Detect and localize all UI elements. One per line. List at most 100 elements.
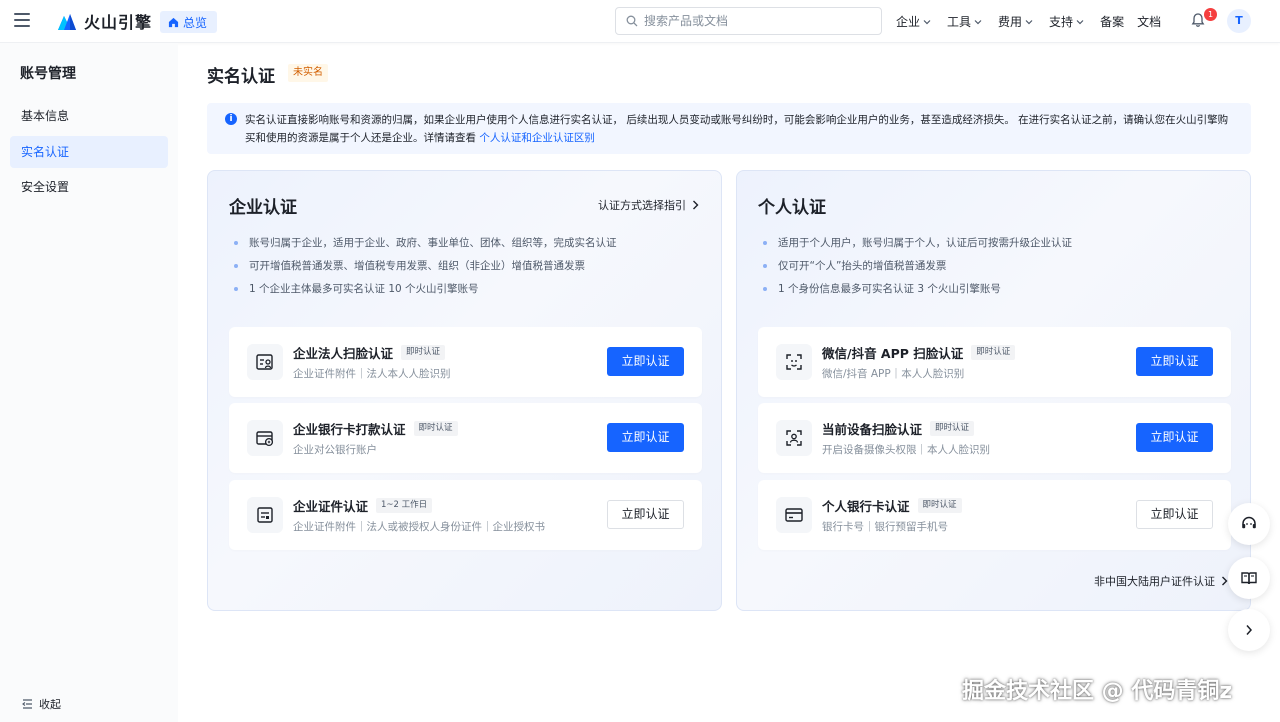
enterprise-bullets: 账号归属于企业，适用于企业、政府、事业单位、团体、组织等，完成实名认证 可开增值… bbox=[234, 234, 617, 303]
overview-button[interactable]: 总览 bbox=[160, 11, 218, 33]
method-tag: 即时认证 bbox=[930, 421, 975, 436]
avatar[interactable]: T bbox=[1227, 9, 1251, 33]
bank-card-icon bbox=[776, 497, 812, 533]
method-tag: 即时认证 bbox=[401, 345, 446, 360]
method-description: 企业证件附件｜法人本人人脸识别 bbox=[293, 368, 451, 380]
method-title-text: 企业证件认证 bbox=[293, 499, 369, 514]
method-description: 企业证件附件｜法人或被授权人身份证件｜企业授权书 bbox=[293, 521, 545, 533]
nav-label: 支持 bbox=[1049, 15, 1074, 29]
top-nav: 企业 工具 费用 支持 备案 文档 bbox=[896, 0, 1174, 43]
nav-docs[interactable]: 文档 bbox=[1137, 13, 1161, 30]
collapse-icon bbox=[22, 699, 32, 709]
method-title: 微信/抖音 APP 扫脸认证 即时认证 bbox=[822, 343, 1016, 362]
method-description: 银行卡号｜银行预留手机号 bbox=[822, 521, 948, 533]
method-title-text: 企业法人扫脸认证 bbox=[293, 346, 394, 361]
notice-text: 实名认证直接影响账号和资源的归属，如果企业用户使用个人信息进行实名认证， 后续出… bbox=[245, 114, 1229, 144]
personal-bullets: 适用于个人用户，账号归属于个人，认证后可按需升级企业认证 仅可开“个人”抬头的增… bbox=[763, 234, 1072, 303]
verify-now-button[interactable]: 立即认证 bbox=[1136, 423, 1213, 452]
bank-transfer-icon bbox=[247, 420, 283, 456]
method-tag: 即时认证 bbox=[413, 421, 458, 436]
brand-logo[interactable]: 火山引擎 bbox=[56, 9, 152, 33]
method-title: 当前设备扫脸认证 即时认证 bbox=[822, 419, 975, 438]
nav-label: 文档 bbox=[1137, 15, 1162, 29]
bullet-item: 账号归属于企业，适用于企业、政府、事业单位、团体、组织等，完成实名认证 bbox=[234, 234, 617, 257]
guide-link-label: 认证方式选择指引 bbox=[598, 199, 686, 212]
method-card: 企业法人扫脸认证 即时认证 企业证件附件｜法人本人人脸识别 立即认证 bbox=[229, 327, 702, 397]
method-tag: 1~2 工作日 bbox=[376, 498, 433, 513]
nav-label: 备案 bbox=[1100, 15, 1125, 29]
personal-title: 个人认证 bbox=[758, 198, 826, 218]
nav-filing[interactable]: 备案 bbox=[1100, 13, 1124, 30]
bullet-item: 1 个企业主体最多可实名认证 10 个火山引擎账号 bbox=[234, 280, 617, 303]
enterprise-panel: 企业认证 认证方式选择指引 账号归属于企业，适用于企业、政府、事业单位、团体、组… bbox=[207, 170, 722, 611]
method-description: 开启设备摄像头权限｜本人人脸识别 bbox=[822, 444, 990, 456]
search-input[interactable] bbox=[644, 14, 864, 28]
method-tag: 即时认证 bbox=[917, 498, 962, 513]
nav-enterprise[interactable]: 企业 bbox=[896, 13, 931, 30]
method-title-text: 当前设备扫脸认证 bbox=[822, 422, 923, 437]
search-box[interactable] bbox=[615, 7, 882, 35]
customer-service-button[interactable] bbox=[1228, 503, 1270, 545]
bullet-item: 仅可开“个人”抬头的增值税普通发票 bbox=[763, 257, 1072, 280]
foreign-id-verification-link[interactable]: 非中国大陆用户证件认证 bbox=[1094, 573, 1228, 589]
method-title: 企业法人扫脸认证 即时认证 bbox=[293, 343, 446, 362]
method-card: 当前设备扫脸认证 即时认证 开启设备摄像头权限｜本人人脸识别 立即认证 bbox=[758, 403, 1231, 473]
verify-now-button[interactable]: 立即认证 bbox=[1136, 347, 1213, 376]
certificate-icon bbox=[247, 497, 283, 533]
book-icon bbox=[1241, 572, 1257, 585]
chevron-right-icon bbox=[693, 200, 699, 210]
chevron-down-icon bbox=[1025, 19, 1033, 24]
info-icon: i bbox=[225, 113, 237, 125]
chevron-right-icon bbox=[1246, 625, 1253, 635]
method-title: 企业银行卡打款认证 即时认证 bbox=[293, 419, 458, 438]
verify-now-button[interactable]: 立即认证 bbox=[1136, 500, 1213, 529]
chevron-down-icon bbox=[923, 19, 931, 24]
sidebar: 账号管理 基本信息 实名认证 安全设置 收起 bbox=[0, 43, 178, 722]
notification-badge: 1 bbox=[1204, 8, 1217, 21]
status-badge: 未实名 bbox=[288, 64, 328, 82]
method-description: 企业对公银行账户 bbox=[293, 444, 377, 456]
headset-icon bbox=[1242, 516, 1256, 529]
search-icon bbox=[626, 15, 638, 27]
face-scan-id-icon bbox=[247, 344, 283, 380]
chevron-down-icon bbox=[974, 19, 982, 24]
nav-label: 企业 bbox=[896, 15, 921, 29]
method-card: 个人银行卡认证 即时认证 银行卡号｜银行预留手机号 立即认证 bbox=[758, 480, 1231, 550]
personal-panel: 个人认证 适用于个人用户，账号归属于个人，认证后可按需升级企业认证 仅可开“个人… bbox=[736, 170, 1251, 611]
verify-now-button[interactable]: 立即认证 bbox=[607, 347, 684, 376]
verify-now-button[interactable]: 立即认证 bbox=[607, 500, 684, 529]
nav-billing[interactable]: 费用 bbox=[998, 13, 1033, 30]
sidebar-item-security[interactable]: 安全设置 bbox=[10, 171, 168, 203]
sidebar-item-real-name[interactable]: 实名认证 bbox=[10, 136, 168, 168]
page-title: 实名认证 bbox=[207, 67, 275, 87]
nav-support[interactable]: 支持 bbox=[1049, 13, 1084, 30]
collapse-button[interactable]: 收起 bbox=[22, 696, 61, 712]
scan-frame-icon bbox=[776, 344, 812, 380]
verify-now-button[interactable]: 立即认证 bbox=[607, 423, 684, 452]
method-title-text: 微信/抖音 APP 扫脸认证 bbox=[822, 346, 964, 361]
chevron-down-icon bbox=[1076, 19, 1084, 24]
method-title: 个人银行卡认证 即时认证 bbox=[822, 496, 962, 515]
sidebar-title: 账号管理 bbox=[20, 66, 76, 82]
collapse-label: 收起 bbox=[39, 698, 61, 711]
sidebar-item-basic-info[interactable]: 基本信息 bbox=[10, 100, 168, 132]
enterprise-title: 企业认证 bbox=[229, 198, 297, 218]
nav-label: 工具 bbox=[947, 15, 972, 29]
method-card: 企业证件认证 1~2 工作日 企业证件附件｜法人或被授权人身份证件｜企业授权书 立… bbox=[229, 480, 702, 550]
notice-banner: 实名认证直接影响账号和资源的归属，如果企业用户使用个人信息进行实名认证， 后续出… bbox=[207, 103, 1251, 154]
top-bar: 火山引擎 总览 企业 工具 费用 支持 备案 文档 1 T bbox=[0, 0, 1280, 43]
menu-icon[interactable] bbox=[14, 13, 30, 27]
nav-tools[interactable]: 工具 bbox=[947, 13, 982, 30]
expand-tools-button[interactable] bbox=[1228, 609, 1270, 651]
selection-guide-link[interactable]: 认证方式选择指引 bbox=[598, 197, 699, 213]
notice-link[interactable]: 个人认证和企业认证区别 bbox=[479, 132, 595, 144]
bullet-item: 可开增值税普通发票、增值税专用发票、组织（非企业）增值税普通发票 bbox=[234, 257, 617, 280]
method-card: 企业银行卡打款认证 即时认证 企业对公银行账户 立即认证 bbox=[229, 403, 702, 473]
volcengine-logo-icon bbox=[58, 14, 76, 30]
docs-button[interactable] bbox=[1228, 557, 1270, 599]
home-icon bbox=[168, 17, 179, 27]
method-description: 微信/抖音 APP｜本人人脸识别 bbox=[822, 368, 965, 380]
bullet-item: 1 个身份信息最多可实名认证 3 个火山引擎账号 bbox=[763, 280, 1072, 303]
watermark: 掘金技术社区 @ 代码青铜z bbox=[962, 679, 1233, 704]
method-card: 微信/抖音 APP 扫脸认证 即时认证 微信/抖音 APP｜本人人脸识别 立即认证 bbox=[758, 327, 1231, 397]
